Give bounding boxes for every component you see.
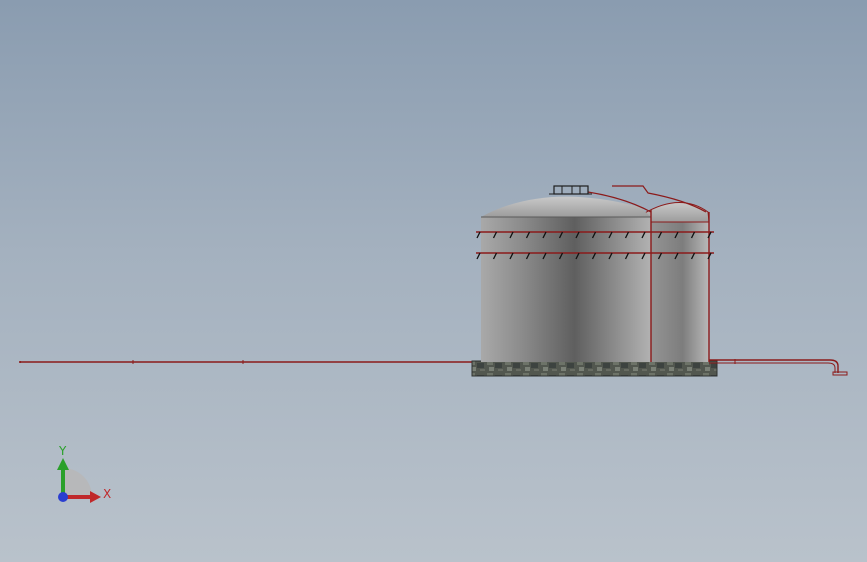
roof-platform[interactable] — [549, 185, 592, 195]
z-axis-dot — [58, 492, 68, 502]
triad-plane-indicator — [63, 468, 92, 497]
tank-foundation[interactable] — [471, 360, 718, 377]
front-storage-tank[interactable] — [481, 191, 652, 362]
inlet-pipe[interactable] — [19, 360, 480, 364]
sprinkler-nozzle — [476, 231, 481, 239]
x-axis-label: X — [103, 487, 111, 501]
coordinate-triad: Y X — [57, 444, 111, 503]
sprinkler-nozzle — [476, 252, 481, 260]
outlet-pipe[interactable] — [709, 359, 848, 376]
graphics-viewport[interactable]: Y X — [0, 0, 867, 562]
y-axis-label: Y — [58, 444, 67, 458]
